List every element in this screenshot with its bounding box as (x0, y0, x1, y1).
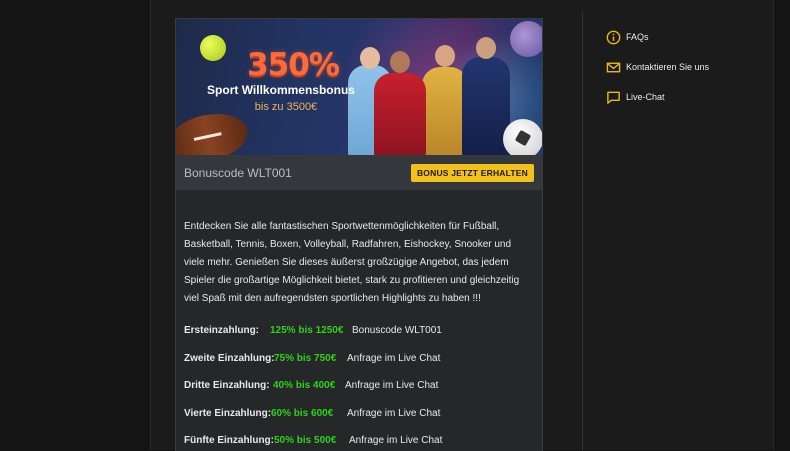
deposit-row: Dritte Einzahlung: 40% bis 400€ Anfrage … (184, 372, 532, 400)
bonus-card: 350% Sport Willkommensbonus bis zu 3500€… (175, 18, 543, 451)
promo-percent: 350% (247, 47, 340, 83)
deposit-amount: 40% bis 400€ (273, 380, 336, 392)
help-sidebar: FAQs Kontaktieren Sie uns Live-Chat (605, 22, 709, 112)
mail-icon (605, 59, 621, 75)
deposit-label: Ersteinzahlung: (184, 325, 260, 337)
soccer-ball-image (503, 119, 542, 155)
promo-subtitle: bis zu 3500€ (254, 101, 318, 113)
deposit-label: Vierte Einzahlung: (184, 407, 272, 419)
deposit-note: Anfrage im Live Chat (347, 352, 441, 364)
sidebar-item-contact[interactable]: Kontaktieren Sie uns (605, 52, 709, 82)
deposit-row: Fünfte Einzahlung: 50% bis 500€ Anfrage … (184, 427, 532, 451)
deposit-row: Vierte Einzahlung: 60% bis 600€ Anfrage … (184, 400, 532, 428)
sidebar-item-faqs[interactable]: FAQs (605, 22, 709, 52)
american-football-image (176, 107, 252, 155)
deposit-note: Anfrage im Live Chat (345, 380, 439, 392)
deposit-note: Anfrage im Live Chat (347, 407, 441, 419)
deposit-row: Zweite Einzahlung: 75% bis 750€ Anfrage … (184, 345, 532, 373)
deposit-note: Anfrage im Live Chat (349, 435, 443, 447)
promo-title: Sport Willkommensbonus (207, 83, 355, 97)
basketball-image (510, 21, 542, 57)
sidebar-item-label: Live-Chat (626, 92, 665, 102)
bonus-code-label: Bonuscode WLT001 (184, 165, 292, 180)
sidebar-item-label: FAQs (626, 32, 649, 42)
get-bonus-button[interactable]: BONUS JETZT ERHALTEN (410, 163, 534, 182)
deposit-note: Bonuscode WLT001 (352, 325, 442, 337)
sidebar-item-live-chat[interactable]: Live-Chat (605, 82, 709, 112)
deposit-label: Fünfte Einzahlung: (184, 435, 274, 447)
player-image (374, 51, 426, 155)
deposit-label: Zweite Einzahlung: (184, 352, 275, 364)
sidebar-item-label: Kontaktieren Sie uns (626, 62, 710, 72)
info-icon (605, 29, 621, 45)
deposit-amount: 50% bis 500€ (274, 435, 337, 447)
deposit-list: Ersteinzahlung: 125% bis 1250€ Bonuscode… (184, 317, 532, 451)
promo-banner[interactable]: 350% Sport Willkommensbonus bis zu 3500€ (176, 19, 542, 155)
bonus-description: Entdecken Sie alle fantastischen Sportwe… (184, 221, 520, 304)
chat-icon (605, 89, 621, 105)
column-divider (582, 12, 583, 450)
deposit-row: Ersteinzahlung: 125% bis 1250€ Bonuscode… (184, 317, 532, 345)
bonus-details: Entdecken Sie alle fantastischen Sportwe… (176, 190, 542, 451)
deposit-amount: 75% bis 750€ (274, 352, 337, 364)
tennis-ball-image (200, 35, 226, 61)
deposit-amount: 125% bis 1250€ (270, 325, 344, 337)
deposit-amount: 60% bis 600€ (271, 407, 334, 419)
deposit-label: Dritte Einzahlung: (184, 380, 270, 392)
bonus-code-bar: Bonuscode WLT001 BONUS JETZT ERHALTEN (176, 155, 542, 190)
